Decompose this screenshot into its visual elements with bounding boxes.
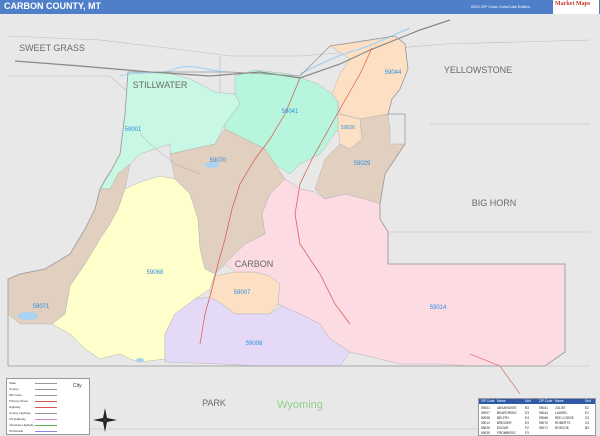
table-cell: B3 (525, 406, 529, 410)
table-cell: E2 (585, 406, 589, 410)
table-cell: BELFRY (497, 416, 510, 420)
table-cell: E3 (525, 411, 529, 415)
neighbor-label-stillwater: STILLWATER (133, 80, 188, 90)
table-cell: E3 (525, 421, 529, 425)
table-cell: F2 (525, 426, 529, 430)
table-cell: FROMBERG (497, 431, 516, 435)
zip-label-59014: 59014 (430, 305, 447, 311)
brand-logo-text: Market Maps (555, 1, 591, 7)
zip-label-59007: 59007 (234, 290, 251, 296)
zip-table-header: ZIP Code Name Grid ZIP Code Name Grid (479, 399, 595, 404)
neighbor-label-sweet-grass: SWEET GRASS (19, 43, 85, 53)
zip-map: SWEET GRASS STILLWATER YELLOWSTONE BIG H… (0, 14, 600, 436)
zip-label-59070: 59070 (210, 158, 227, 164)
table-cell: 59071 (539, 426, 548, 430)
column-header: Name (497, 399, 506, 403)
county-label: CARBON (235, 259, 274, 269)
table-cell: 59029 (481, 431, 490, 435)
legend-swatch (35, 419, 57, 420)
table-cell: RED LODGE (555, 416, 574, 420)
legend-label: State (9, 381, 17, 385)
table-cell: E4 (525, 416, 529, 420)
table-cell: C4 (585, 421, 590, 425)
brand-logo: Market Maps (553, 0, 599, 14)
legend-label: Interstate Highway (9, 423, 34, 427)
table-cell: 59026 (481, 426, 490, 430)
zip-label-59041: 59041 (282, 109, 299, 115)
table-cell: 59001 (481, 406, 490, 410)
table-cell: JOLIET (555, 406, 566, 410)
neighbor-label-park: PARK (202, 398, 226, 408)
table-cell: 59014 (481, 421, 490, 425)
column-header: ZIP Code (539, 399, 553, 403)
legend-label: County Highway (9, 411, 31, 415)
table-cell: C3 (585, 416, 590, 420)
lake (18, 312, 38, 320)
neighbor-label-yellowstone: YELLOWSTONE (444, 65, 512, 75)
table-cell: EDGAR (497, 426, 509, 430)
zip-label-59044: 59044 (385, 70, 402, 76)
zip-label-59001: 59001 (125, 127, 142, 133)
table-cell: BRIDGER (497, 421, 512, 425)
table-cell: 59044 (539, 411, 548, 415)
legend-swatch (35, 389, 57, 390)
title-bar: CARBON COUNTY, MT 2022 ZIP Code ColorCas… (0, 0, 600, 14)
legend-label: County (9, 387, 19, 391)
table-cell: ROBERTS (555, 421, 571, 425)
legend-swatch (35, 431, 57, 432)
column-header: ZIP Code (481, 399, 495, 403)
legend-swatch (35, 425, 57, 426)
zip-label-59068: 59068 (147, 270, 164, 276)
legend-swatch (35, 407, 57, 408)
legend-label: ZIP Code (9, 393, 22, 397)
legend-label: US Highway (9, 417, 26, 421)
table-cell: F3 (525, 431, 529, 435)
map-title: CARBON COUNTY, MT (4, 1, 101, 11)
column-header: Grid (525, 399, 532, 403)
map-legend: State County ZIP Code Primary Street Hig… (6, 378, 90, 435)
column-header: Grid (585, 399, 592, 403)
legend-label: Highway (9, 405, 21, 409)
table-cell: B3 (585, 426, 589, 430)
table-cell: ABSAROKEE (497, 406, 517, 410)
legend-label: Primary Street (9, 399, 29, 403)
zip-label-59026: 59026 (341, 125, 355, 131)
legend-swatch (35, 383, 57, 384)
legend-label: Toll Roads (9, 429, 24, 433)
column-header: Name (555, 399, 564, 403)
legend-swatch (35, 413, 57, 414)
table-cell: E1 (585, 411, 589, 415)
table-cell: 59070 (539, 421, 548, 425)
legend-swatch (35, 395, 57, 396)
table-cell: LAUREL (555, 411, 568, 415)
zip-label-59071: 59071 (33, 304, 50, 310)
table-cell: ROSCOE (555, 426, 569, 430)
lake (136, 358, 144, 362)
map-page: CARBON COUNTY, MT 2022 ZIP Code ColorCas… (0, 0, 600, 436)
zip-label-59008: 59008 (246, 341, 263, 347)
table-cell: BEARCREEK (497, 411, 517, 415)
table-cell: 59041 (539, 406, 548, 410)
table-cell: 59008 (481, 416, 490, 420)
neighbor-label-big-horn: BIG HORN (472, 198, 517, 208)
legend-swatch (35, 401, 57, 402)
table-cell: 59068 (539, 416, 548, 420)
edition-label: 2022 ZIP Code ColorCast Edition (470, 4, 530, 9)
zip-code-table: ZIP Code Name Grid ZIP Code Name Grid 59… (478, 398, 596, 436)
zip-label-59029: 59029 (354, 161, 371, 167)
state-label: Wyoming (277, 399, 323, 411)
table-cell: 59007 (481, 411, 490, 415)
legend-city-label: City (73, 383, 82, 389)
